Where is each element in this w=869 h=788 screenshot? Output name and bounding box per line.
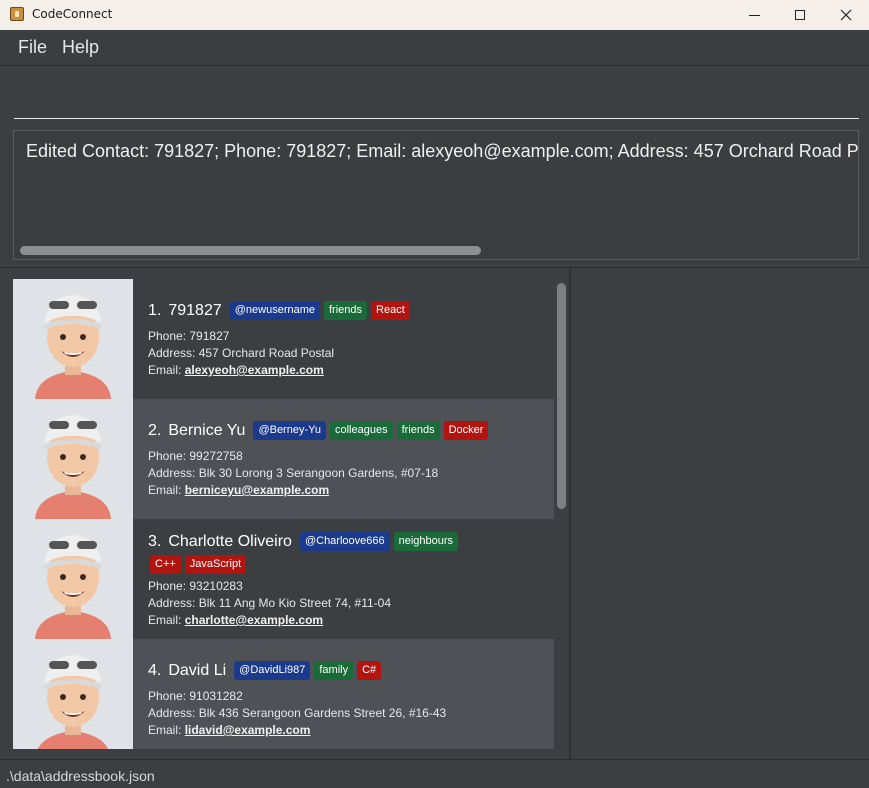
contact-phone: Phone: 99272758 xyxy=(148,449,243,463)
maximize-icon xyxy=(795,10,805,20)
contact-email-row: Email: berniceyu@example.com xyxy=(148,482,548,499)
contact-email-link[interactable]: lidavid@example.com xyxy=(185,723,311,737)
contact-index: 4. xyxy=(148,661,162,679)
detail-panel xyxy=(571,268,869,760)
contact-list: 1. 791827 @newusername friends React Pho… xyxy=(13,279,554,749)
contact-handle-tag: @Charloove666 xyxy=(299,532,390,551)
contact-skill-tag: C++ xyxy=(150,555,181,574)
result-horizontal-scrollbar[interactable] xyxy=(20,246,481,255)
contact-skill-tag: JavaScript xyxy=(184,555,247,574)
menu-bar: File Help xyxy=(0,30,869,66)
contact-card[interactable]: 4. David Li @DavidLi987 family C# Phone:… xyxy=(13,639,554,749)
contact-index: 2. xyxy=(148,421,162,439)
result-message: Edited Contact: 791827; Phone: 791827; E… xyxy=(26,141,859,161)
contact-group-tag: neighbours xyxy=(393,532,459,551)
contact-address: Address: Blk 30 Lorong 3 Serangoon Garde… xyxy=(148,466,439,480)
status-bar: .\data\addressbook.json xyxy=(0,759,869,788)
contact-email-label: Email: xyxy=(148,483,182,497)
menu-help[interactable]: Help xyxy=(62,37,99,58)
contact-skill-tag: React xyxy=(371,301,410,320)
contact-skill-tag: C# xyxy=(357,661,382,680)
contact-email-link[interactable]: berniceyu@example.com xyxy=(185,483,329,497)
contact-email-label: Email: xyxy=(148,363,182,377)
contact-card[interactable]: 2. Bernice Yu @Berney-Yu colleagues frie… xyxy=(13,399,554,519)
user-avatar-icon xyxy=(13,639,133,749)
contact-handle-tag: @DavidLi987 xyxy=(234,661,311,680)
close-button[interactable] xyxy=(823,0,869,30)
contact-email-label: Email: xyxy=(148,723,182,737)
maximize-button[interactable] xyxy=(777,0,823,30)
main-split: 1. 791827 @newusername friends React Pho… xyxy=(0,267,869,760)
command-input[interactable] xyxy=(14,89,859,119)
app-logo-icon xyxy=(10,7,24,21)
contact-handle-tag: @Berney-Yu xyxy=(253,421,326,440)
minimize-icon xyxy=(748,14,760,16)
window-title: CodeConnect xyxy=(32,7,113,21)
contact-name: Charlotte Oliveiro xyxy=(168,532,292,550)
contact-group-tag: friends xyxy=(324,301,368,320)
contact-handle-tag: @newusername xyxy=(229,301,320,320)
contact-email-row: Email: charlotte@example.com xyxy=(148,612,548,629)
contact-email-row: Email: lidavid@example.com xyxy=(148,722,548,739)
contact-group-tag: friends xyxy=(396,421,440,440)
contact-index: 1. xyxy=(148,301,162,319)
contact-address: Address: Blk 11 Ang Mo Kio Street 74, #1… xyxy=(148,596,392,610)
contact-phone: Phone: 791827 xyxy=(148,329,230,343)
contact-card[interactable]: 3. Charlotte Oliveiro @Charloove666 neig… xyxy=(13,519,554,639)
result-display: Edited Contact: 791827; Phone: 791827; E… xyxy=(13,130,859,260)
user-avatar-icon xyxy=(13,399,133,519)
contact-phone: Phone: 93210283 xyxy=(148,579,243,593)
contact-email-link[interactable]: charlotte@example.com xyxy=(185,613,323,627)
title-bar: CodeConnect xyxy=(0,0,869,30)
contact-index: 3. xyxy=(148,532,162,550)
contact-card[interactable]: 1. 791827 @newusername friends React Pho… xyxy=(13,279,554,399)
save-file-path: .\data\addressbook.json xyxy=(6,768,155,784)
close-icon xyxy=(840,9,852,21)
user-avatar-icon xyxy=(13,519,133,639)
contact-group-tag: colleagues xyxy=(329,421,393,440)
contact-address: Address: 457 Orchard Road Postal xyxy=(148,346,335,360)
minimize-button[interactable] xyxy=(731,0,777,30)
contact-email-row: Email: alexyeoh@example.com xyxy=(148,362,548,379)
contact-skill-tag: Docker xyxy=(443,421,489,440)
menu-file[interactable]: File xyxy=(18,37,47,58)
contact-name: David Li xyxy=(168,661,227,679)
contact-name: Bernice Yu xyxy=(168,421,246,439)
user-avatar-icon xyxy=(13,279,133,399)
contact-name: 791827 xyxy=(168,301,222,319)
command-box xyxy=(0,67,869,128)
contact-phone: Phone: 91031282 xyxy=(148,689,243,703)
contact-email-link[interactable]: alexyeoh@example.com xyxy=(185,363,324,377)
contact-group-tag: family xyxy=(314,661,354,680)
contact-list-scrollbar[interactable] xyxy=(557,283,566,509)
contact-address: Address: Blk 436 Serangoon Gardens Stree… xyxy=(148,706,447,720)
contact-email-label: Email: xyxy=(148,613,182,627)
